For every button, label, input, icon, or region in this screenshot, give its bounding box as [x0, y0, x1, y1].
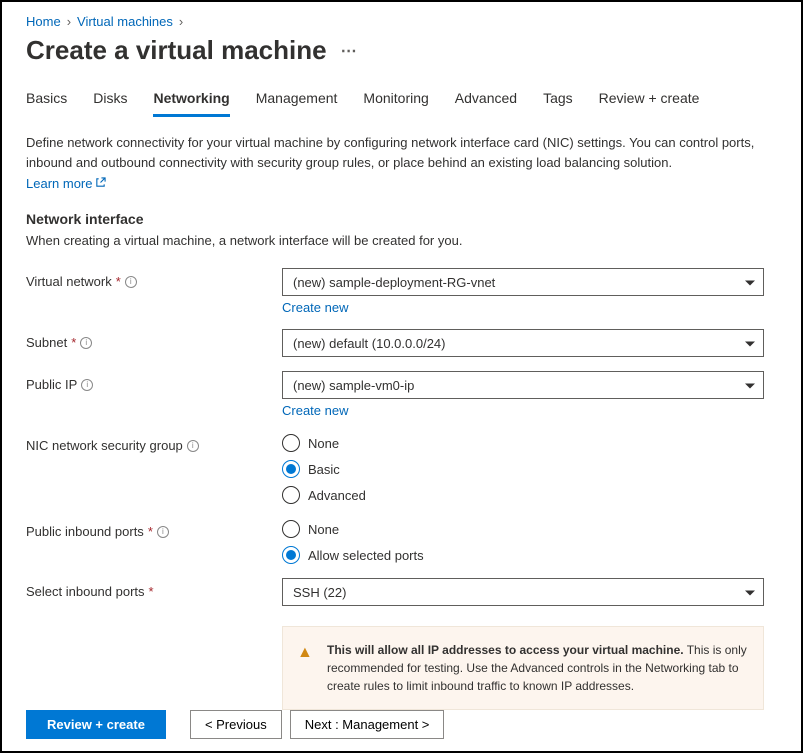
tab-advanced[interactable]: Advanced	[455, 90, 517, 117]
breadcrumb: Home › Virtual machines ›	[26, 14, 777, 29]
info-icon[interactable]: i	[125, 276, 137, 288]
subnet-label: Subnet * i	[26, 329, 282, 350]
next-button[interactable]: Next : Management >	[290, 710, 445, 739]
wizard-footer: Review + create < Previous Next : Manage…	[2, 698, 801, 751]
tab-management[interactable]: Management	[256, 90, 338, 117]
nsg-radio-advanced[interactable]: Advanced	[282, 486, 764, 504]
info-icon[interactable]: i	[80, 337, 92, 349]
select-ports-dropdown[interactable]: SSH (22)	[282, 578, 764, 606]
breadcrumb-home[interactable]: Home	[26, 14, 61, 29]
section-heading: Network interface	[26, 211, 777, 227]
publicip-create-new-link[interactable]: Create new	[282, 403, 348, 418]
section-subtext: When creating a virtual machine, a netwo…	[26, 233, 777, 248]
tab-monitoring[interactable]: Monitoring	[363, 90, 428, 117]
more-menu-icon[interactable]: ⋯	[341, 41, 358, 61]
review-create-button[interactable]: Review + create	[26, 710, 166, 739]
select-ports-label: Select inbound ports *	[26, 578, 282, 599]
nsg-label: NIC network security group i	[26, 432, 282, 453]
vnet-create-new-link[interactable]: Create new	[282, 300, 348, 315]
previous-button[interactable]: < Previous	[190, 710, 282, 739]
publicip-label: Public IP i	[26, 371, 282, 392]
publicip-dropdown[interactable]: (new) sample-vm0-ip	[282, 371, 764, 399]
inbound-radio-allow[interactable]: Allow selected ports	[282, 546, 764, 564]
warning-icon: ▲	[297, 641, 313, 665]
vnet-dropdown[interactable]: (new) sample-deployment-RG-vnet	[282, 268, 764, 296]
intro-text: Define network connectivity for your vir…	[26, 133, 777, 172]
chevron-right-icon: ›	[179, 14, 183, 29]
radio-checked-icon	[282, 546, 300, 564]
tab-basics[interactable]: Basics	[26, 90, 67, 117]
page-title: Create a virtual machine ⋯	[26, 35, 777, 66]
radio-icon	[282, 520, 300, 538]
nsg-radio-none[interactable]: None	[282, 434, 764, 452]
vnet-label: Virtual network * i	[26, 268, 282, 289]
radio-checked-icon	[282, 460, 300, 478]
info-icon[interactable]: i	[81, 379, 93, 391]
nsg-radio-basic[interactable]: Basic	[282, 460, 764, 478]
tab-bar: Basics Disks Networking Management Monit…	[26, 90, 777, 117]
radio-icon	[282, 486, 300, 504]
tab-tags[interactable]: Tags	[543, 90, 573, 117]
tab-disks[interactable]: Disks	[93, 90, 127, 117]
chevron-right-icon: ›	[67, 14, 71, 29]
subnet-dropdown[interactable]: (new) default (10.0.0.0/24)	[282, 329, 764, 357]
external-link-icon	[95, 176, 106, 191]
learn-more-link[interactable]: Learn more	[26, 176, 106, 191]
breadcrumb-vms[interactable]: Virtual machines	[77, 14, 173, 29]
info-icon[interactable]: i	[157, 526, 169, 538]
inbound-radio-none[interactable]: None	[282, 520, 764, 538]
tab-networking[interactable]: Networking	[153, 90, 229, 117]
info-icon[interactable]: i	[187, 440, 199, 452]
tab-review[interactable]: Review + create	[599, 90, 700, 117]
inbound-label: Public inbound ports * i	[26, 518, 282, 539]
radio-icon	[282, 434, 300, 452]
